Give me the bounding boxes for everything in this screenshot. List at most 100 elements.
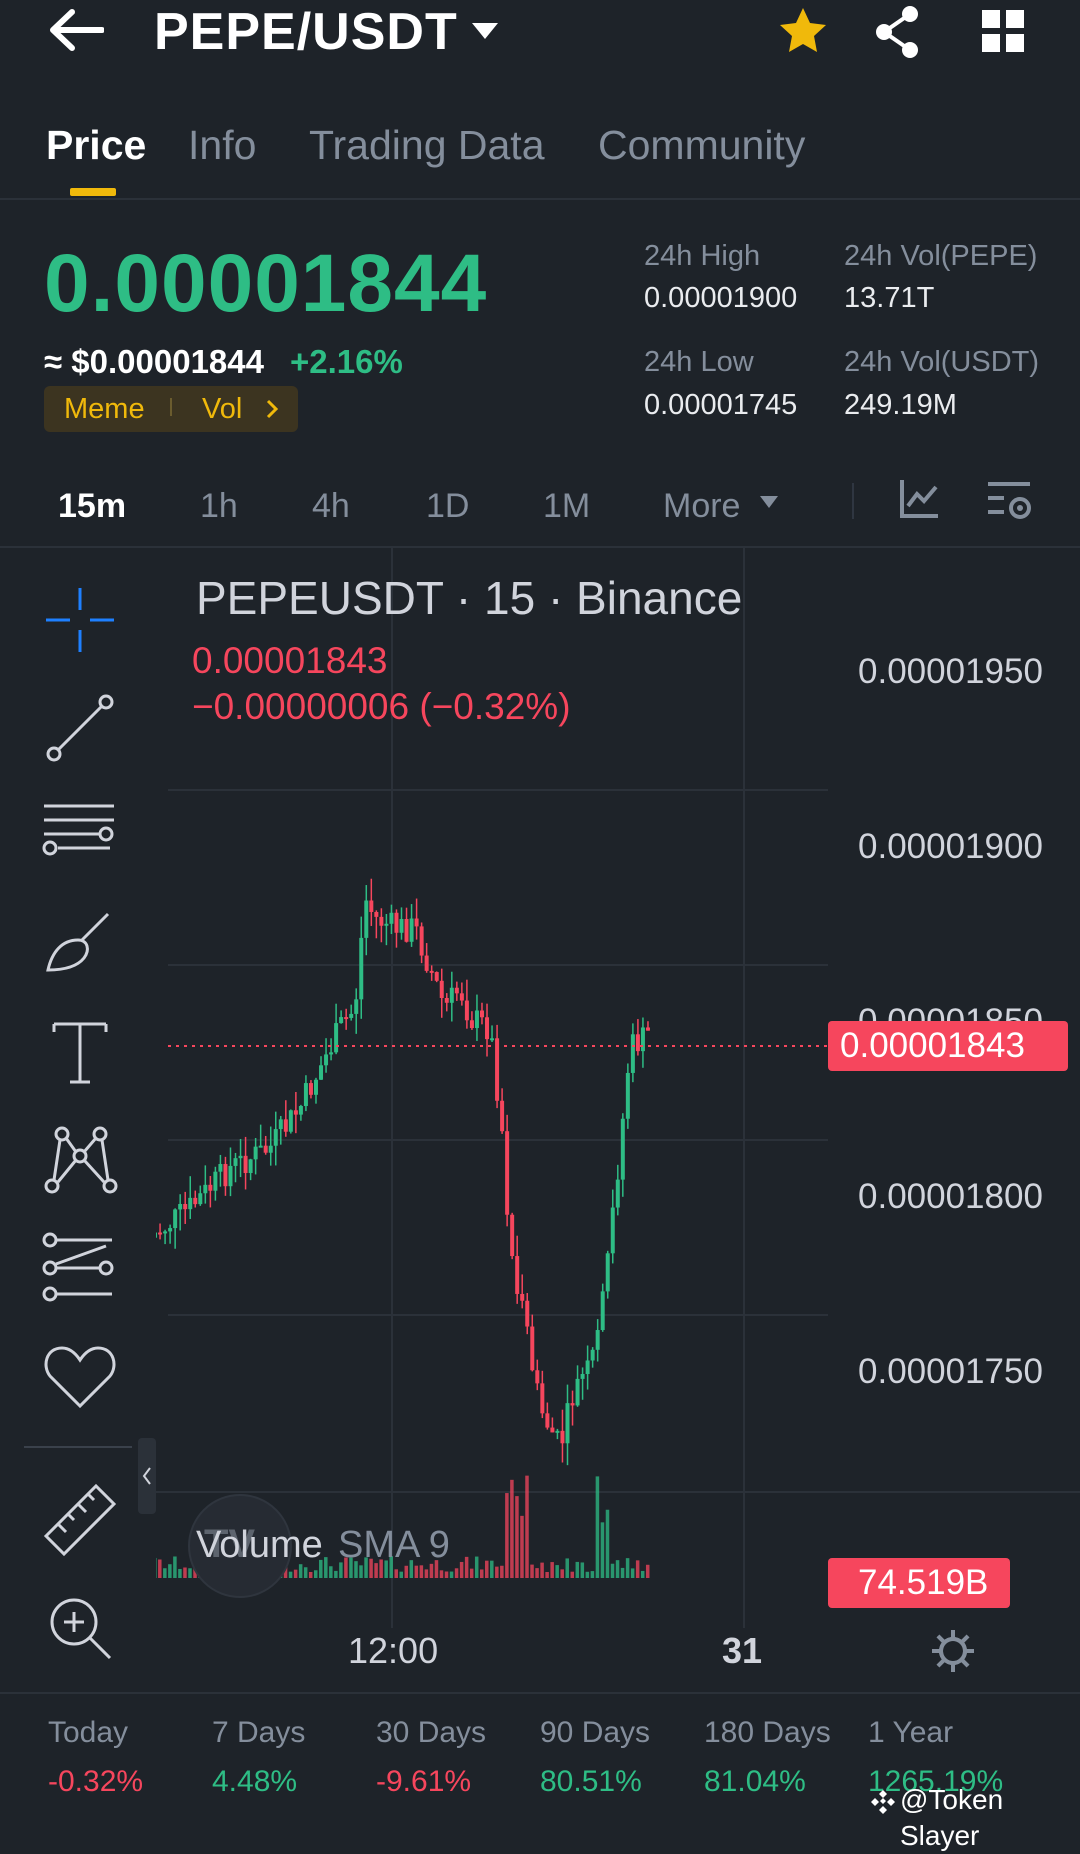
volume-bar <box>610 1563 615 1578</box>
price-tick: 0.00001900 <box>858 827 1043 866</box>
candle-body <box>379 916 384 926</box>
volume-indicator-label[interactable]: Volume <box>196 1522 323 1568</box>
caret-down-icon[interactable] <box>758 494 780 510</box>
interval-15m[interactable]: 15m <box>58 484 126 528</box>
candle-body <box>339 1017 344 1024</box>
candle-body <box>530 1326 535 1371</box>
drawing-toolbar <box>0 550 156 1692</box>
grid-icon[interactable] <box>980 8 1028 56</box>
stat-high-value: 0.00001900 <box>644 282 798 314</box>
volume-bar <box>156 1557 157 1578</box>
volume-bar <box>449 1571 454 1578</box>
chart-change: −0.00000006 (−0.32%) <box>192 686 571 727</box>
candle-body <box>575 1378 580 1406</box>
ruler-icon[interactable] <box>40 1480 120 1560</box>
candle-body <box>324 1054 329 1066</box>
stat-vol-quote-label: 24h Vol(USDT) <box>844 346 1040 378</box>
volume-bar <box>640 1570 645 1578</box>
candle-body <box>449 987 454 1003</box>
tab-community[interactable]: Community <box>598 118 805 172</box>
indicator-icon[interactable] <box>898 478 940 520</box>
candle-body <box>208 1184 213 1191</box>
tab-price[interactable]: Price <box>46 118 146 172</box>
candle-body <box>414 918 419 927</box>
interval-4h[interactable]: 4h <box>312 484 350 528</box>
text-icon[interactable] <box>40 1012 120 1092</box>
volume-bar <box>530 1564 534 1578</box>
volume-bar <box>188 1568 192 1578</box>
trendline-icon[interactable] <box>40 688 120 768</box>
tag-vol[interactable]: Vol <box>202 390 242 428</box>
volume-bar <box>495 1566 499 1578</box>
current-price-badge-text: 0.00001843 <box>840 1026 1025 1065</box>
volume-bar <box>585 1571 590 1578</box>
volume-badge-text: 74.519B <box>858 1563 989 1602</box>
candle-body <box>454 987 459 994</box>
candle-body <box>605 1253 610 1292</box>
stat-vol-quote-value: 249.19M <box>844 389 957 421</box>
crosshair-icon[interactable] <box>40 580 120 660</box>
candle-body <box>319 1065 324 1080</box>
back-arrow-icon[interactable] <box>48 8 104 52</box>
chevron-right-icon[interactable] <box>265 398 279 420</box>
candle-body <box>590 1349 595 1361</box>
tag-meme[interactable]: Meme <box>64 390 145 428</box>
perf-value: -9.61% <box>376 1765 472 1798</box>
candle-body <box>293 1110 298 1115</box>
toolbar-divider <box>24 1446 132 1448</box>
candle-body <box>183 1203 188 1210</box>
candle-body <box>615 1179 620 1208</box>
candle-body <box>384 923 389 926</box>
volume-bar <box>575 1561 580 1578</box>
share-icon[interactable] <box>870 4 926 60</box>
candle-body <box>565 1403 570 1444</box>
perf-label: Today <box>48 1716 129 1749</box>
volume-bar <box>580 1562 585 1578</box>
volume-bar <box>625 1558 630 1578</box>
volume-bar <box>565 1558 569 1578</box>
tab-active-indicator <box>70 188 116 196</box>
favorite-icon[interactable] <box>40 1336 120 1416</box>
gear-icon[interactable] <box>928 1626 978 1676</box>
interval-1m[interactable]: 1M <box>543 484 590 528</box>
chevron-down-icon[interactable] <box>470 20 500 42</box>
candle-body <box>298 1106 303 1115</box>
volume-bar <box>439 1570 444 1578</box>
volume-bar <box>490 1560 494 1578</box>
pattern-icon[interactable] <box>40 1120 120 1200</box>
candle-body <box>158 1232 163 1235</box>
interval-more[interactable]: More <box>663 484 740 528</box>
brush-icon[interactable] <box>40 904 120 984</box>
volume-bar <box>444 1571 449 1578</box>
tab-info[interactable]: Info <box>188 118 256 172</box>
candle-body <box>550 1427 555 1433</box>
candle-body <box>585 1360 590 1375</box>
fib-lines-icon[interactable] <box>40 796 120 876</box>
volume-sma-label: SMA 9 <box>338 1524 450 1566</box>
forecast-icon[interactable] <box>40 1228 120 1308</box>
perf-label: 1 Year <box>868 1716 954 1749</box>
perf-value: 81.04% <box>704 1765 806 1798</box>
volume-bar <box>308 1571 313 1578</box>
volume-bar <box>424 1569 429 1578</box>
volume-bar <box>545 1571 549 1578</box>
candle-body <box>283 1119 288 1132</box>
interval-1d[interactable]: 1D <box>426 484 469 528</box>
pair-title[interactable]: PEPE/USDT <box>154 0 458 64</box>
interval-1h[interactable]: 1h <box>200 484 238 528</box>
volume-bar <box>595 1476 600 1578</box>
tab-trading-data[interactable]: Trading Data <box>309 118 545 172</box>
candle-body <box>610 1207 615 1254</box>
candle-body <box>490 1038 495 1041</box>
candle-body <box>258 1145 263 1148</box>
star-icon[interactable] <box>775 4 831 60</box>
candle-body <box>424 955 429 971</box>
volume-bar <box>399 1571 403 1578</box>
toolbar-collapse-handle[interactable] <box>138 1438 156 1514</box>
chart-settings-icon[interactable] <box>986 478 1032 524</box>
candle-body <box>349 1013 354 1018</box>
candle-body <box>313 1079 318 1095</box>
zoom-in-icon[interactable] <box>40 1588 120 1668</box>
candle-body <box>359 937 364 1000</box>
candle-body <box>409 918 414 942</box>
